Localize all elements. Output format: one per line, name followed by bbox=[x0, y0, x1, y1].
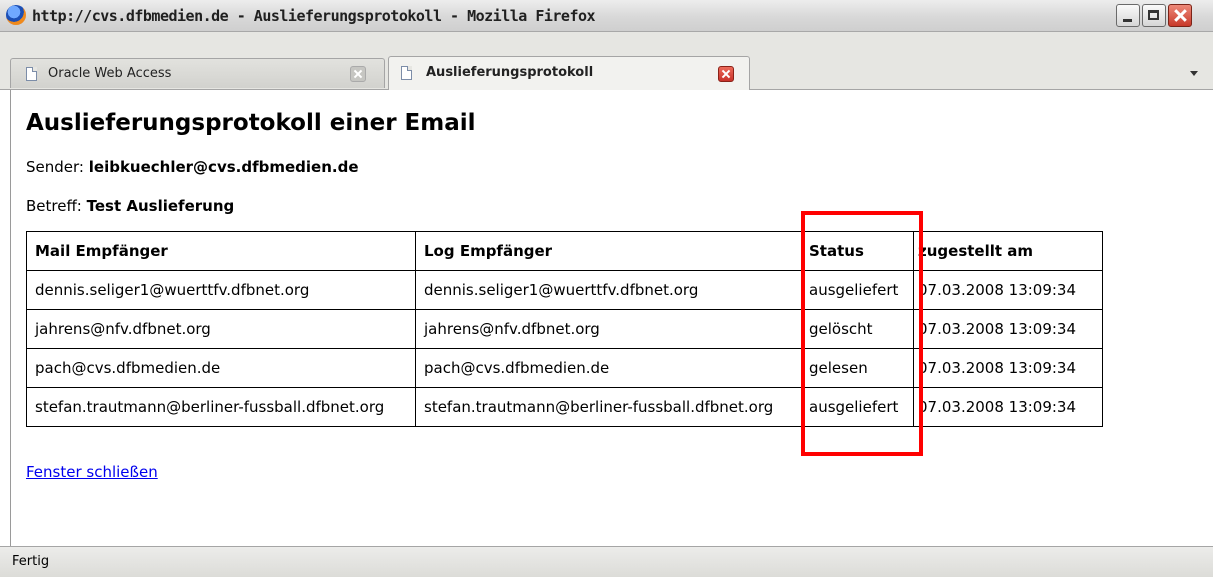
tab-close-icon[interactable] bbox=[350, 66, 366, 82]
tab-bar: Oracle Web Access Auslieferungsprotokoll bbox=[0, 32, 1213, 90]
delivered-at-cell: 07.03.2008 13:09:34 bbox=[913, 387, 1103, 427]
header-log-recipient: Log Empfänger bbox=[415, 231, 803, 271]
table-row: stefan.trautmann@berliner-fussball.dfbne… bbox=[26, 387, 1103, 427]
table-row: dennis.seliger1@wuerttfv.dfbnet.org denn… bbox=[26, 270, 1103, 310]
status-cell: gelesen bbox=[802, 348, 914, 388]
table-row: jahrens@nfv.dfbnet.org jahrens@nfv.dfbne… bbox=[26, 309, 1103, 349]
close-window-link[interactable]: Fenster schließen bbox=[26, 463, 158, 481]
minimize-button[interactable] bbox=[1116, 4, 1140, 27]
tab-label: Oracle Web Access bbox=[48, 66, 172, 81]
close-window-button[interactable] bbox=[1168, 4, 1192, 27]
page-title: Auslieferungsprotokoll einer Email bbox=[26, 110, 476, 136]
delivered-at-cell: 07.03.2008 13:09:34 bbox=[913, 348, 1103, 388]
log-recipient-cell: pach@cvs.dfbmedien.de bbox=[415, 348, 803, 388]
title-bar: http://cvs.dfbmedien.de - Auslieferungsp… bbox=[0, 0, 1213, 32]
tab-auslieferungsprotokoll[interactable]: Auslieferungsprotokoll bbox=[388, 56, 750, 90]
tab-close-icon[interactable] bbox=[718, 66, 734, 82]
header-mail-recipient: Mail Empfänger bbox=[26, 231, 416, 271]
mail-recipient-cell: jahrens@nfv.dfbnet.org bbox=[26, 309, 416, 349]
subject-value: Test Auslieferung bbox=[86, 197, 235, 215]
subject-label: Betreff: bbox=[26, 197, 82, 215]
status-cell: ausgeliefert bbox=[802, 270, 914, 310]
mail-recipient-cell: stefan.trautmann@berliner-fussball.dfbne… bbox=[26, 387, 416, 427]
delivered-at-cell: 07.03.2008 13:09:34 bbox=[913, 309, 1103, 349]
tab-list-chevron-icon[interactable] bbox=[1190, 71, 1198, 76]
sender-line: Sender: leibkuechler@cvs.dfbmedien.de bbox=[26, 158, 359, 176]
log-recipient-cell: dennis.seliger1@wuerttfv.dfbnet.org bbox=[415, 270, 803, 310]
document-icon bbox=[26, 67, 37, 81]
sender-label: Sender: bbox=[26, 158, 84, 176]
mail-recipient-cell: pach@cvs.dfbmedien.de bbox=[26, 348, 416, 388]
log-recipient-cell: jahrens@nfv.dfbnet.org bbox=[415, 309, 803, 349]
maximize-button[interactable] bbox=[1142, 4, 1166, 27]
table-header-row: Mail Empfänger Log Empfänger Status zuge… bbox=[26, 231, 1103, 271]
mail-recipient-cell: dennis.seliger1@wuerttfv.dfbnet.org bbox=[26, 270, 416, 310]
subject-line: Betreff: Test Auslieferung bbox=[26, 197, 234, 215]
status-text: Fertig bbox=[12, 554, 50, 569]
tab-oracle-web-access[interactable]: Oracle Web Access bbox=[10, 58, 385, 88]
page-content: Auslieferungsprotokoll einer Email Sende… bbox=[10, 90, 1213, 546]
status-cell: ausgeliefert bbox=[802, 387, 914, 427]
delivered-at-cell: 07.03.2008 13:09:34 bbox=[913, 270, 1103, 310]
browser-window: http://cvs.dfbmedien.de - Auslieferungsp… bbox=[0, 0, 1213, 577]
status-bar: Fertig bbox=[0, 546, 1213, 577]
table-row: pach@cvs.dfbmedien.de pach@cvs.dfbmedien… bbox=[26, 348, 1103, 388]
status-cell: gelöscht bbox=[802, 309, 914, 349]
sender-value: leibkuechler@cvs.dfbmedien.de bbox=[88, 158, 359, 176]
window-title: http://cvs.dfbmedien.de - Auslieferungsp… bbox=[32, 7, 596, 25]
header-status: Status bbox=[802, 231, 914, 271]
header-delivered-at: zugestellt am bbox=[913, 231, 1103, 271]
tab-label: Auslieferungsprotokoll bbox=[426, 65, 594, 80]
log-recipient-cell: stefan.trautmann@berliner-fussball.dfbne… bbox=[415, 387, 803, 427]
recipients-table: Mail Empfänger Log Empfänger Status zuge… bbox=[26, 231, 1103, 427]
firefox-icon bbox=[6, 5, 26, 25]
document-icon bbox=[401, 66, 412, 80]
